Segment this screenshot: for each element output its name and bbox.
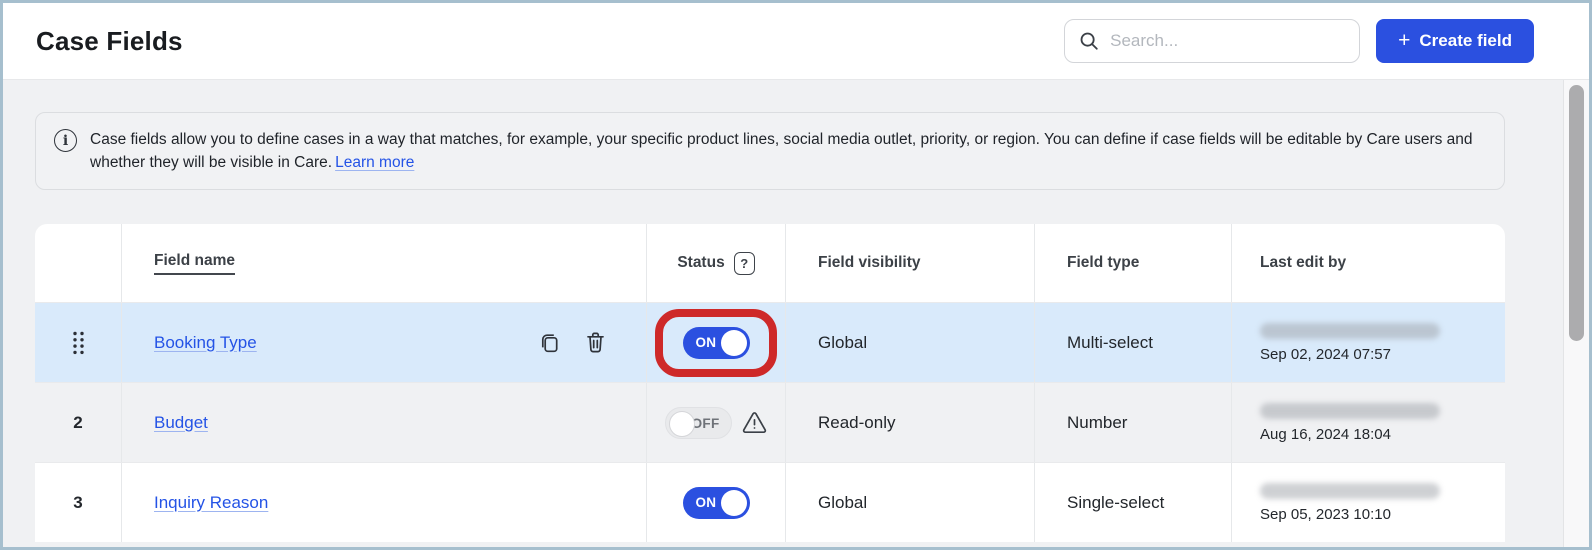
table-row-budget[interactable]: 2 Budget OFF [35,382,1505,462]
redacted-editor-name [1260,323,1440,339]
column-last-edit-by: Last edit by [1232,224,1505,302]
column-field-visibility: Field visibility [786,224,1035,302]
last-edit-cell: Aug 16, 2024 18:04 [1232,383,1505,462]
row-drag-cell [35,303,122,382]
page-title: Case Fields [36,26,183,57]
toggle-label: ON [696,487,717,519]
plus-icon: + [1398,30,1410,51]
scrollbar-thumb[interactable] [1569,85,1584,341]
field-name-link[interactable]: Booking Type [154,333,257,353]
info-icon: i [54,129,77,152]
table-row-inquiry-reason[interactable]: 3 Inquiry Reason ON Global Single-select… [35,462,1505,542]
toggle-label: OFF [692,408,720,440]
trash-icon[interactable] [585,331,606,354]
toggle-knob [721,490,747,516]
search-icon [1079,31,1099,51]
warning-icon [741,410,768,435]
toggle-knob [669,411,695,437]
banner-text-body: Case fields allow you to define cases in… [90,131,1473,171]
row-number: 2 [35,383,122,462]
status-cell: OFF [647,383,786,462]
column-field-name: Field name [122,224,647,302]
field-visibility-cell: Read-only [786,383,1035,462]
field-visibility-cell: Global [786,303,1035,382]
banner-text: Case fields allow you to define cases in… [90,128,1478,174]
scrollbar[interactable] [1563,80,1589,547]
page-header: Case Fields + Create field [3,3,1589,80]
copy-icon[interactable] [538,331,561,354]
last-edit-cell: Sep 02, 2024 07:57 [1232,303,1505,382]
last-edit-date: Sep 05, 2023 10:10 [1260,506,1391,523]
field-name-cell: Inquiry Reason [122,463,647,542]
search-box[interactable] [1064,19,1360,63]
field-type-cell: Multi-select [1035,303,1232,382]
field-name-cell: Booking Type [122,303,647,382]
case-fields-table: Field name Status ? Field visibility Fie… [35,224,1505,542]
column-status-label: Status [677,254,724,272]
status-toggle-on[interactable]: ON [683,327,750,359]
learn-more-link[interactable]: Learn more [335,154,414,171]
drag-handle-icon[interactable] [70,329,87,357]
field-visibility-cell: Global [786,463,1035,542]
redacted-editor-name [1260,403,1440,419]
search-input[interactable] [1110,31,1345,51]
case-fields-page: Case Fields + Create field i Case fields… [0,0,1592,550]
content-area: i Case fields allow you to define cases … [3,80,1589,542]
status-toggle-off[interactable]: OFF [665,407,732,439]
create-field-label: Create field [1419,31,1512,51]
column-status: Status ? [647,224,786,302]
last-edit-date: Aug 16, 2024 18:04 [1260,426,1391,443]
toggle-label: ON [696,327,717,359]
field-type-cell: Number [1035,383,1232,462]
table-header-row: Field name Status ? Field visibility Fie… [35,224,1505,302]
last-edit-date: Sep 02, 2024 07:57 [1260,346,1391,363]
field-type-cell: Single-select [1035,463,1232,542]
redacted-editor-name [1260,483,1440,499]
info-banner: i Case fields allow you to define cases … [35,112,1505,190]
help-icon[interactable]: ? [734,252,755,275]
create-field-button[interactable]: + Create field [1376,19,1534,63]
status-cell: ON [647,303,786,382]
field-name-link[interactable]: Budget [154,413,208,433]
field-name-link[interactable]: Inquiry Reason [154,493,268,513]
last-edit-cell: Sep 05, 2023 10:10 [1232,463,1505,542]
row-actions [538,331,646,354]
field-name-cell: Budget [122,383,647,462]
row-number: 3 [35,463,122,542]
column-field-name-label[interactable]: Field name [154,252,235,275]
column-row-number [35,224,122,302]
status-toggle-on[interactable]: ON [683,487,750,519]
toggle-knob [721,330,747,356]
table-row-booking-type[interactable]: Booking Type [35,302,1505,382]
status-cell: ON [647,463,786,542]
column-field-type: Field type [1035,224,1232,302]
